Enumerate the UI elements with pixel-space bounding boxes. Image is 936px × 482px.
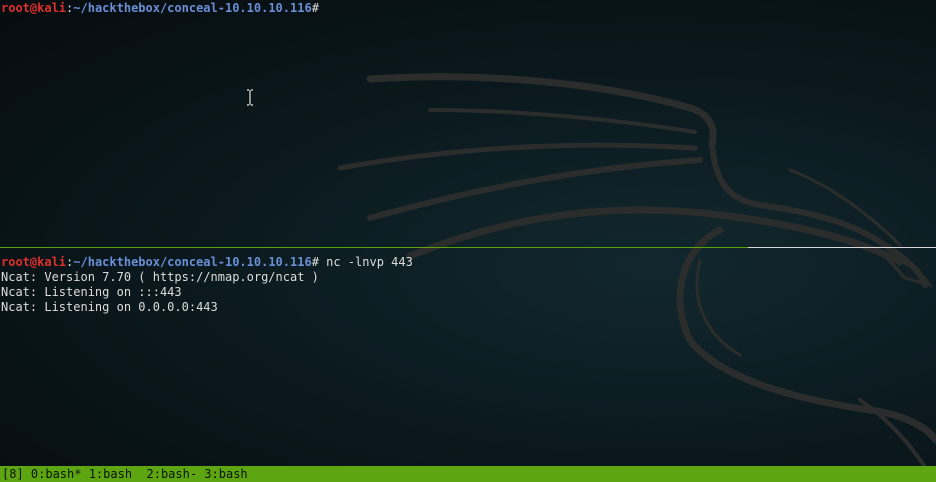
tmux-window-list[interactable]: [8] 0:bash* 1:bash 2:bash- 3:bash: [0, 467, 248, 481]
text-cursor-icon: [247, 89, 253, 106]
prompt-user: root@kali: [1, 1, 67, 15]
prompt-path: ~/hackthebox/conceal-10.10.10.116: [73, 1, 312, 15]
output-line: Ncat: Version 7.70 ( https://nmap.org/nc…: [1, 270, 319, 284]
prompt-line: root@kali:~/hackthebox/conceal-10.10.10.…: [0, 1, 936, 16]
pane-divider-inactive: [748, 247, 936, 248]
terminal-window: root@kali:~/hackthebox/conceal-10.10.10.…: [0, 0, 936, 482]
output-line: Ncat: Listening on 0.0.0.0:443: [1, 300, 218, 314]
pane-divider-active: [0, 247, 748, 248]
prompt-path: ~/hackthebox/conceal-10.10.10.116: [73, 255, 312, 269]
top-terminal-pane[interactable]: root@kali:~/hackthebox/conceal-10.10.10.…: [0, 0, 936, 247]
prompt-user: root@kali: [1, 255, 67, 269]
prompt-hash: #: [311, 255, 319, 269]
bottom-terminal-pane[interactable]: root@kali:~/hackthebox/conceal-10.10.10.…: [0, 249, 936, 465]
prompt-hash: #: [311, 1, 319, 15]
command-text: nc -lnvp 443: [318, 255, 413, 269]
prompt-line: root@kali:~/hackthebox/conceal-10.10.10.…: [0, 255, 936, 270]
pane-divider[interactable]: [0, 247, 936, 248]
output-line: Ncat: Listening on :::443: [1, 285, 182, 299]
tmux-status-bar[interactable]: [8] 0:bash* 1:bash 2:bash- 3:bash: [0, 466, 936, 482]
